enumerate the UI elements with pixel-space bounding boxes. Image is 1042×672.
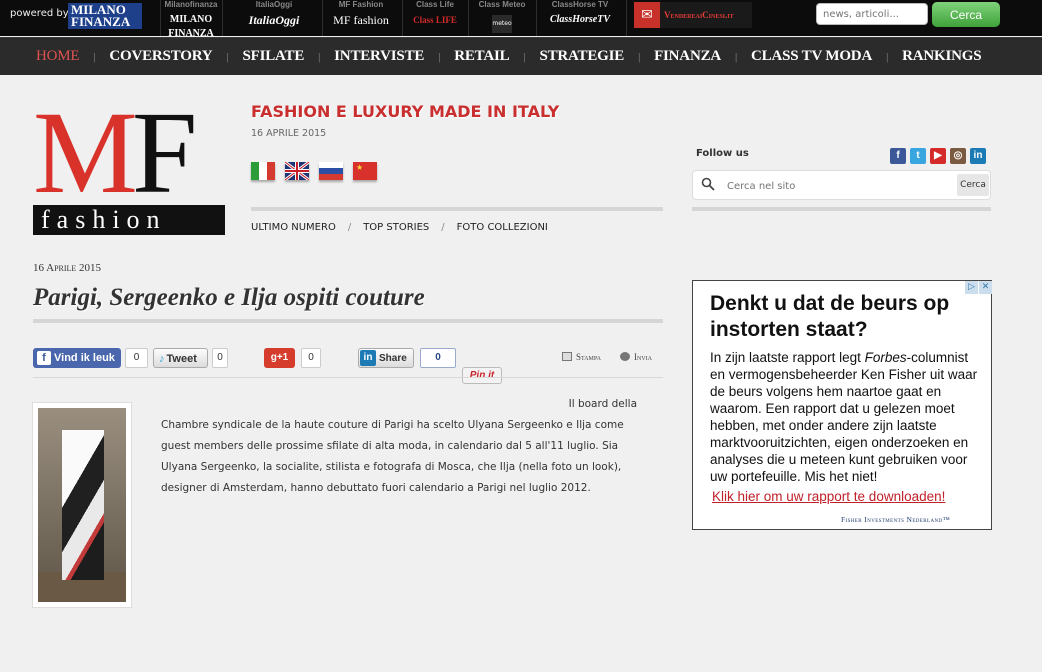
network-link-class-meteo[interactable]: Class Meteo meteo: [468, 0, 536, 36]
site-search: Cerca: [692, 170, 991, 200]
ad-download-link[interactable]: Klik hier om uw rapport te downloaden!: [712, 489, 945, 504]
divider: [626, 0, 627, 36]
italian-flag-icon[interactable]: [251, 162, 275, 180]
divider: [33, 319, 663, 323]
sub-nav: ULTIMO NUMERO / TOP STORIES / FOTO COLLE…: [251, 222, 548, 233]
network-bar: powered by MILANO FINANZA Milanofinanza …: [0, 0, 1042, 39]
vendere-logo-icon: ✉: [634, 2, 660, 28]
tweet-button[interactable]: ♪ Tweet: [153, 348, 208, 368]
ad-headline: Denkt u dat de beurs op instorten staat?: [710, 292, 950, 341]
advertisement[interactable]: ▷ ✕ Denkt u dat de beurs op instorten st…: [692, 280, 992, 530]
site-tagline: FASHION E LUXURY MADE IN ITALY: [251, 102, 560, 121]
subnav-top-stories[interactable]: TOP STORIES: [363, 222, 429, 233]
subnav-foto-collezioni[interactable]: FOTO COLLEZIONI: [457, 222, 548, 233]
linkedin-icon: in: [360, 350, 376, 366]
nav-item-home[interactable]: HOME |: [36, 48, 109, 65]
article-lead: Il board della: [568, 398, 637, 410]
divider: [33, 377, 663, 378]
follow-us-label: Follow us: [696, 148, 749, 159]
nav-item-class-tv-moda[interactable]: CLASS TV MODA |: [751, 48, 902, 65]
linkedin-icon[interactable]: in: [970, 148, 986, 164]
article-body: Il board della Chambre syndicale de la h…: [161, 394, 637, 499]
send-arrow-icon: [620, 352, 630, 361]
facebook-icon[interactable]: f: [890, 148, 906, 164]
linkedin-share-count: 0: [420, 348, 456, 368]
article-title: Parigi, Sergeenko e Ilja ospiti couture: [33, 284, 425, 311]
google-plus-button[interactable]: g+1: [264, 348, 295, 368]
network-search-button[interactable]: Cerca: [932, 2, 1000, 27]
header-date: 16 APRILE 2015: [251, 128, 327, 139]
twitter-bird-icon: ♪: [159, 353, 165, 365]
main-nav: HOME | COVERSTORY | SFILATE | INTERVISTE | R…: [0, 37, 1042, 75]
nav-item-retail[interactable]: RETAIL |: [454, 48, 539, 65]
site-search-input[interactable]: [727, 176, 947, 196]
send-link[interactable]: Invia: [620, 352, 652, 362]
divider: [251, 207, 663, 211]
uk-flag-icon[interactable]: [284, 160, 310, 182]
article-text: Chambre syndicale de la haute couture di…: [161, 419, 624, 494]
linkedin-share-button[interactable]: in Share: [358, 348, 414, 368]
milano-finanza-logo[interactable]: MILANO FINANZA: [68, 3, 142, 29]
ad-text: In zijn laatste rapport legt Forbes-colu…: [710, 350, 978, 484]
network-link-italiaoggi[interactable]: ItaliaOggi ItaliaOggi: [235, 0, 313, 36]
facebook-icon: f: [37, 351, 51, 365]
print-link[interactable]: Stampa: [562, 352, 601, 362]
divider: [222, 0, 223, 36]
network-link-class-life[interactable]: Class Life Class LIFE: [402, 0, 468, 36]
facebook-like-button[interactable]: f Vind ik leuk: [33, 348, 121, 368]
ad-close-icon[interactable]: ✕: [979, 281, 992, 294]
nav-item-finanza[interactable]: FINANZA |: [654, 48, 751, 65]
powered-by-label: powered by: [10, 8, 69, 19]
chinese-flag-icon[interactable]: ★: [353, 162, 377, 180]
pin-it-button[interactable]: Pin it: [462, 367, 502, 384]
search-icon: [701, 177, 715, 191]
network-search-input[interactable]: [816, 3, 928, 25]
nav-item-sfilate[interactable]: SFILATE |: [242, 48, 334, 65]
russian-flag-icon[interactable]: [319, 162, 343, 180]
site-search-button[interactable]: Cerca: [957, 174, 989, 196]
network-link-milanofinanza[interactable]: Milanofinanza MILANO FINANZA: [160, 0, 222, 39]
nav-item-strategie[interactable]: STRATEGIE |: [539, 48, 654, 65]
mf-fashion-logo[interactable]: MF fashion: [33, 94, 225, 239]
network-link-classhorse-tv[interactable]: ClassHorse TV ClassHorseTV: [536, 0, 624, 36]
ad-brand: Fisher Investments Nederland™: [841, 515, 951, 524]
twitter-icon[interactable]: t: [910, 148, 926, 164]
network-link-mf-fashion[interactable]: MF Fashion MF fashion: [322, 0, 400, 36]
tweet-count: 0: [212, 348, 228, 368]
subnav-ultimo-numero[interactable]: ULTIMO NUMERO: [251, 222, 336, 233]
google-plus-count: 0: [301, 348, 321, 368]
printer-icon: [562, 352, 572, 361]
vendere-ai-cinesi-link[interactable]: ✉ VendereaiCinesi.it: [634, 2, 752, 28]
article-date: 16 Aprile 2015: [33, 262, 102, 274]
nav-item-rankings[interactable]: RANKINGS: [902, 48, 981, 65]
facebook-like-count: 0: [125, 348, 148, 368]
nav-item-coverstory[interactable]: COVERSTORY |: [109, 48, 242, 65]
nav-item-interviste[interactable]: INTERVISTE |: [334, 48, 454, 65]
divider: [692, 207, 991, 211]
youtube-icon[interactable]: ▶: [930, 148, 946, 164]
instagram-icon[interactable]: ◎: [950, 148, 966, 164]
article-photo[interactable]: [32, 402, 132, 608]
